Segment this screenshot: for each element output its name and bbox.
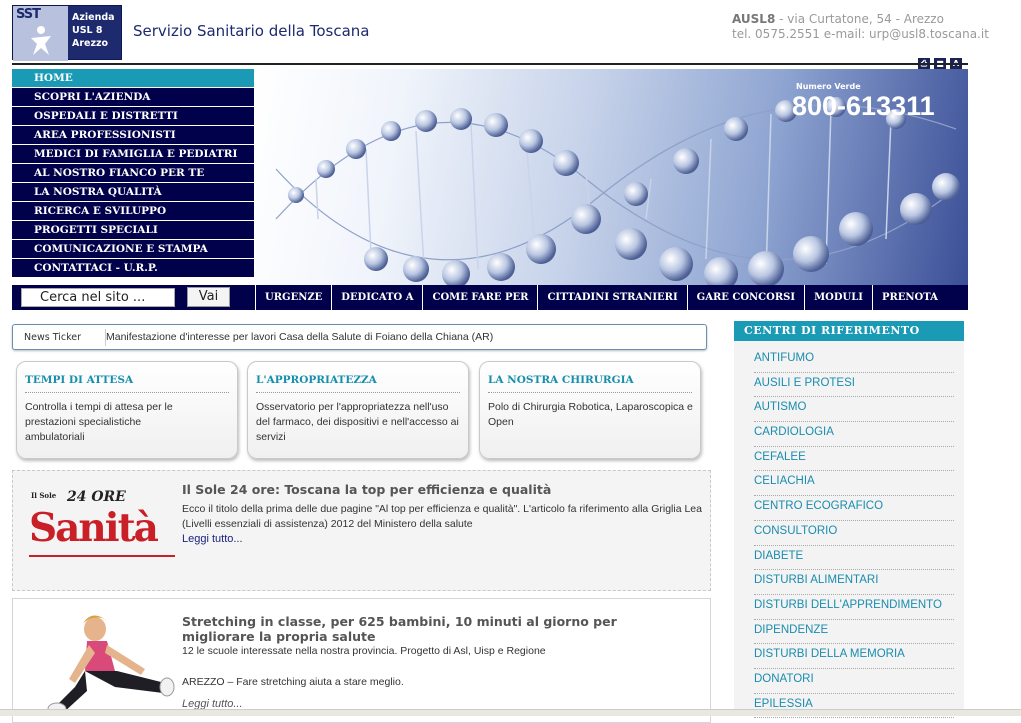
box-appropriatezza[interactable]: L'APPROPRIATEZZA Osservatorio per l'appr…	[247, 361, 469, 459]
menu-item-medici-famiglia[interactable]: MEDICI DI FAMIGLIA E PEDIATRI	[12, 145, 254, 163]
news-ticker-message[interactable]: Manifestazione d'interesse per lavori Ca…	[106, 331, 493, 343]
contact-phone-email: tel. 0575.2551 e-mail: urp@usl8.toscana.…	[732, 27, 989, 41]
logo[interactable]: SST Azienda USL 8 Arezzo	[12, 5, 122, 61]
toll-free-number: 800-613311	[792, 91, 935, 121]
search-input[interactable]	[21, 288, 175, 307]
nav-dedicato-a[interactable]: DEDICATO A	[331, 285, 422, 310]
box-title[interactable]: L'APPROPRIATEZZA	[256, 374, 377, 386]
header-banner: Numero Verde 800-613311	[256, 69, 968, 285]
news-summary: 12 le scuole interessate nella nostra pr…	[182, 645, 546, 657]
box-divider	[256, 392, 460, 393]
contact-info: AUSL8 - via Curtatone, 54 - Arezzo tel. …	[732, 12, 989, 42]
nav-come-fare-per[interactable]: COME FARE PER	[422, 285, 537, 310]
logo-mark-text: SST	[16, 7, 41, 22]
nav-moduli[interactable]: MODULI	[804, 285, 872, 310]
menu-item-contattaci-urp[interactable]: CONTATTACI - U.R.P.	[12, 259, 254, 277]
nav-urgenze[interactable]: URGENZE	[255, 285, 331, 310]
logo-small-text: Il Sole	[31, 491, 57, 500]
box-divider	[488, 392, 692, 393]
list-item[interactable]: CENTRO ECOGRAFICO	[754, 496, 954, 521]
page-tools: ⎙■A	[914, 51, 968, 69]
main-menu: HOME SCOPRI L'AZIENDA OSPEDALI E DISTRET…	[12, 69, 254, 278]
nav-cittadini-stranieri[interactable]: CITTADINI STRANIERI	[537, 285, 686, 310]
news-item: Il Sole 24 ORE Sanità Il Sole 24 ore: To…	[12, 470, 711, 591]
box-text: Controlla i tempi di attesa per le prest…	[25, 401, 173, 443]
reference-centers-panel: CENTRI DI RIFERIMENTO ANTIFUMO AUSILI E …	[734, 321, 964, 719]
menu-item-comunicazione-stampa[interactable]: COMUNICAZIONE E STAMPA	[12, 240, 254, 258]
reference-centers-title: CENTRI DI RIFERIMENTO	[734, 321, 964, 341]
box-nostra-chirurgia[interactable]: LA NOSTRA CHIRURGIA Polo di Chirurgia Ro…	[479, 361, 701, 459]
menu-item-area-professionisti[interactable]: AREA PROFESSIONISTI	[12, 126, 254, 144]
stretching-photo[interactable]	[35, 609, 175, 719]
list-item[interactable]: ANTIFUMO	[754, 348, 954, 373]
reference-centers-list: ANTIFUMO AUSILI E PROTESI AUTISMO CARDIO…	[754, 348, 954, 719]
menu-item-al-nostro-fianco[interactable]: AL NOSTRO FIANCO PER TE	[12, 164, 254, 182]
list-item[interactable]: DISTURBI DELL'APPRENDIMENTO	[754, 595, 954, 620]
list-item[interactable]: CELIACHIA	[754, 471, 954, 497]
nav-gare-concorsi[interactable]: GARE CONCORSI	[686, 285, 804, 310]
news-item: Stretching in classe, per 625 bambini, 1…	[12, 598, 711, 723]
top-nav-bar: Vai URGENZE DEDICATO A COME FARE PER CIT…	[12, 285, 968, 310]
site-title: Servizio Sanitario della Toscana	[133, 22, 370, 40]
browser-status-bar	[0, 709, 1021, 716]
news-body: AREZZO – Fare stretching aiuta a stare m…	[182, 676, 404, 688]
box-tempi-attesa[interactable]: TEMPI DI ATTESA Controlla i tempi di att…	[16, 361, 238, 459]
logo-24ore-text: 24 ORE	[67, 489, 126, 505]
news-ticker: News Ticker Manifestazione d'interesse p…	[12, 324, 707, 350]
box-divider	[25, 392, 229, 393]
list-item[interactable]: DISTURBI ALIMENTARI	[754, 570, 954, 595]
list-item[interactable]: DISTURBI DELLA MEMORIA	[754, 644, 954, 669]
menu-item-progetti-speciali[interactable]: PROGETTI SPECIALI	[12, 221, 254, 239]
nav-links: URGENZE DEDICATO A COME FARE PER CITTADI…	[255, 285, 947, 310]
list-item[interactable]: AUSILI E PROTESI	[754, 373, 954, 398]
box-title[interactable]: LA NOSTRA CHIRURGIA	[488, 374, 634, 386]
logo-mark: SST	[13, 6, 68, 61]
logo-figure-icon	[31, 26, 51, 55]
sole24ore-sanita-logo[interactable]: Il Sole 24 ORE Sanità	[25, 489, 175, 561]
news-ticker-label: News Ticker	[24, 332, 81, 343]
news-title[interactable]: Il Sole 24 ore: Toscana la top per effic…	[182, 482, 551, 497]
toll-free-label: Numero Verde	[796, 82, 861, 91]
list-item[interactable]: DIPENDENZE	[754, 620, 954, 645]
list-item[interactable]: DIABETE	[754, 546, 954, 571]
menu-item-nostra-qualita[interactable]: LA NOSTRA QUALITÀ	[12, 183, 254, 201]
box-title[interactable]: TEMPI DI ATTESA	[25, 374, 133, 386]
menu-item-scopri-azienda[interactable]: SCOPRI L'AZIENDA	[12, 88, 254, 106]
list-item[interactable]: CONSULTORIO	[754, 521, 954, 546]
news-summary: Ecco il titolo della prima delle due pag…	[182, 503, 702, 530]
list-item[interactable]: DONATORI	[754, 669, 954, 694]
nav-prenota[interactable]: PRENOTA	[871, 285, 947, 310]
box-text: Polo di Chirurgia Robotica, Laparoscopic…	[488, 401, 693, 428]
box-text: Osservatorio per l'appropriatezza nell'u…	[256, 401, 459, 443]
news-read-more-link[interactable]: Leggi tutto...	[182, 533, 243, 545]
news-title[interactable]: Stretching in classe, per 625 bambini, 1…	[182, 614, 692, 644]
menu-item-ospedali-distretti[interactable]: OSPEDALI E DISTRETTI	[12, 107, 254, 125]
contact-address: - via Curtatone, 54 - Arezzo	[775, 12, 944, 26]
logo-sanita-text: Sanità	[29, 505, 159, 551]
list-item[interactable]: AUTISMO	[754, 397, 954, 423]
list-item[interactable]: CARDIOLOGIA	[754, 422, 954, 447]
logo-underline	[29, 555, 175, 557]
menu-item-home[interactable]: HOME	[12, 69, 254, 87]
logo-text: Azienda USL 8 Arezzo	[72, 12, 115, 49]
contact-org: AUSL8	[732, 12, 776, 26]
menu-item-ricerca-sviluppo[interactable]: RICERCA E SVILUPPO	[12, 202, 254, 220]
header-divider	[12, 63, 968, 65]
search-button[interactable]: Vai	[187, 287, 230, 307]
list-item[interactable]: CEFALEE	[754, 447, 954, 472]
